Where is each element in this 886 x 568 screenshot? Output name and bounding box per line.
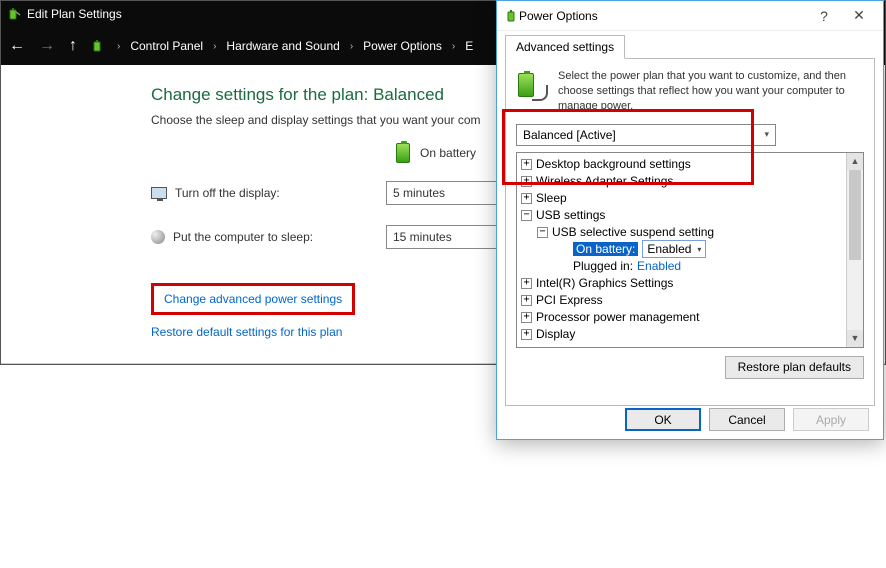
breadcrumb-hardware-sound[interactable]: Hardware and Sound [226,39,339,53]
on-battery-value-select[interactable]: Enabled ▾ [642,240,706,258]
nav-up-icon[interactable]: ↑ [69,38,77,54]
apply-button: Apply [793,408,869,431]
collapse-icon[interactable]: − [537,227,548,238]
collapse-icon[interactable]: − [521,210,532,221]
cancel-button[interactable]: Cancel [709,408,785,431]
dialog-title: Power Options [519,9,809,23]
tree-item-display[interactable]: +Display [521,326,842,343]
tree-item-pci-express[interactable]: +PCI Express [521,292,842,309]
chevron-right-icon: › [213,41,216,52]
moon-icon [151,230,165,244]
nav-forward-icon[interactable]: → [39,38,55,54]
plugged-in-value[interactable]: Enabled [637,259,681,273]
dialog-description: Select the power plan that you want to c… [558,69,864,114]
scroll-up-icon[interactable]: ▲ [847,153,863,170]
breadcrumb-icon [91,39,105,53]
tab-pane: Select the power plan that you want to c… [505,58,875,406]
expand-icon[interactable]: + [521,193,532,204]
tree-scrollbar[interactable]: ▲ ▼ [846,153,863,347]
help-button[interactable]: ? [809,8,839,24]
tree-item-usb-settings[interactable]: −USB settings [521,207,842,224]
tree-item-sleep[interactable]: +Sleep [521,190,842,207]
scroll-down-icon[interactable]: ▼ [847,330,863,347]
expand-icon[interactable]: + [521,176,532,187]
tree-item-desktop-bg[interactable]: +Desktop background settings [521,156,842,173]
chevron-right-icon: › [117,41,120,52]
close-button[interactable]: ✕ [839,7,879,24]
power-plan-icon [516,69,548,101]
scroll-track[interactable] [847,170,863,330]
display-timeout-value: 5 minutes [393,186,445,200]
breadcrumb[interactable]: › Control Panel › Hardware and Sound › P… [91,39,473,53]
expand-icon[interactable]: + [521,278,532,289]
tree-item-processor-power[interactable]: +Processor power management [521,309,842,326]
power-plan-select[interactable]: Balanced [Active] ▾ [516,124,776,146]
ok-button[interactable]: OK [625,408,701,431]
label-put-to-sleep: Put the computer to sleep: [173,230,313,244]
expand-icon[interactable]: + [521,295,532,306]
column-on-battery: On battery [420,146,476,160]
tab-strip: Advanced settings [497,31,883,59]
chevron-down-icon: ▾ [697,245,701,254]
expand-icon[interactable]: + [521,329,532,340]
chevron-right-icon: › [350,41,353,52]
dialog-title-bar: Power Options ? ✕ [497,1,883,31]
power-plan-value: Balanced [Active] [523,128,616,142]
link-change-advanced[interactable]: Change advanced power settings [164,292,342,306]
label-turn-off-display: Turn off the display: [175,186,280,200]
chevron-right-icon: › [452,41,455,52]
tree-item-intel-graphics[interactable]: +Intel(R) Graphics Settings [521,275,842,292]
breadcrumb-power-options[interactable]: Power Options [363,39,442,53]
expand-icon[interactable]: + [521,159,532,170]
battery-icon [396,143,410,163]
power-options-dialog: Power Options ? ✕ Advanced settings Sele… [496,0,884,440]
breadcrumb-current: E [465,39,473,53]
plugged-in-label: Plugged in: [573,259,633,273]
monitor-icon [151,187,167,199]
tree-item-usb-selective-suspend[interactable]: −USB selective suspend setting [521,224,842,241]
nav-back-icon[interactable]: ← [9,38,25,54]
on-battery-label: On battery: [573,242,638,256]
expand-icon[interactable]: + [521,312,532,323]
scroll-thumb[interactable] [849,170,861,260]
tree-item-on-battery[interactable]: On battery: Enabled ▾ [521,241,842,258]
settings-tree: +Desktop background settings +Wireless A… [516,152,864,348]
sleep-timeout-value: 15 minutes [393,230,452,244]
restore-plan-defaults-button[interactable]: Restore plan defaults [725,356,864,379]
dialog-button-row: OK Cancel Apply [625,408,869,431]
window-title: Edit Plan Settings [27,7,122,21]
power-icon [505,9,519,23]
chevron-down-icon: ▾ [764,129,769,140]
power-icon [7,7,21,21]
highlight-change-advanced: Change advanced power settings [151,283,355,315]
tree-item-wireless[interactable]: +Wireless Adapter Settings [521,173,842,190]
tree-item-plugged-in[interactable]: Plugged in: Enabled [521,258,842,275]
tab-advanced-settings[interactable]: Advanced settings [505,35,625,59]
breadcrumb-control-panel[interactable]: Control Panel [130,39,203,53]
